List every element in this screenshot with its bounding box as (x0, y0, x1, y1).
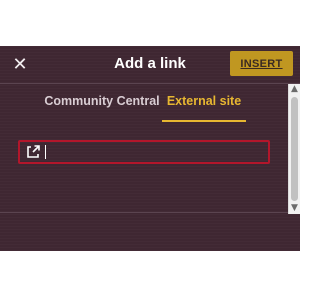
dialog-header: ✕ Add a link INSERT (0, 46, 300, 84)
add-link-dialog: ✕ Add a link INSERT Community Central Ex… (0, 46, 300, 251)
tab-community-central[interactable]: Community Central (44, 94, 160, 122)
tab-external-site[interactable]: External site (162, 94, 246, 122)
external-link-icon (27, 145, 40, 158)
insert-button[interactable]: INSERT (230, 51, 293, 76)
text-caret (45, 145, 46, 159)
scroll-thumb[interactable] (291, 97, 298, 201)
url-input[interactable] (42, 143, 266, 161)
scroll-down-chevron-icon[interactable]: ▼ (289, 203, 300, 214)
scrollbar[interactable]: ▲ ▼ (288, 84, 300, 214)
scroll-up-arrow-icon[interactable]: ▲ (289, 84, 300, 95)
link-type-tabs: Community Central External site (0, 84, 288, 122)
url-input-container[interactable] (18, 140, 270, 164)
footer-divider (0, 212, 288, 213)
